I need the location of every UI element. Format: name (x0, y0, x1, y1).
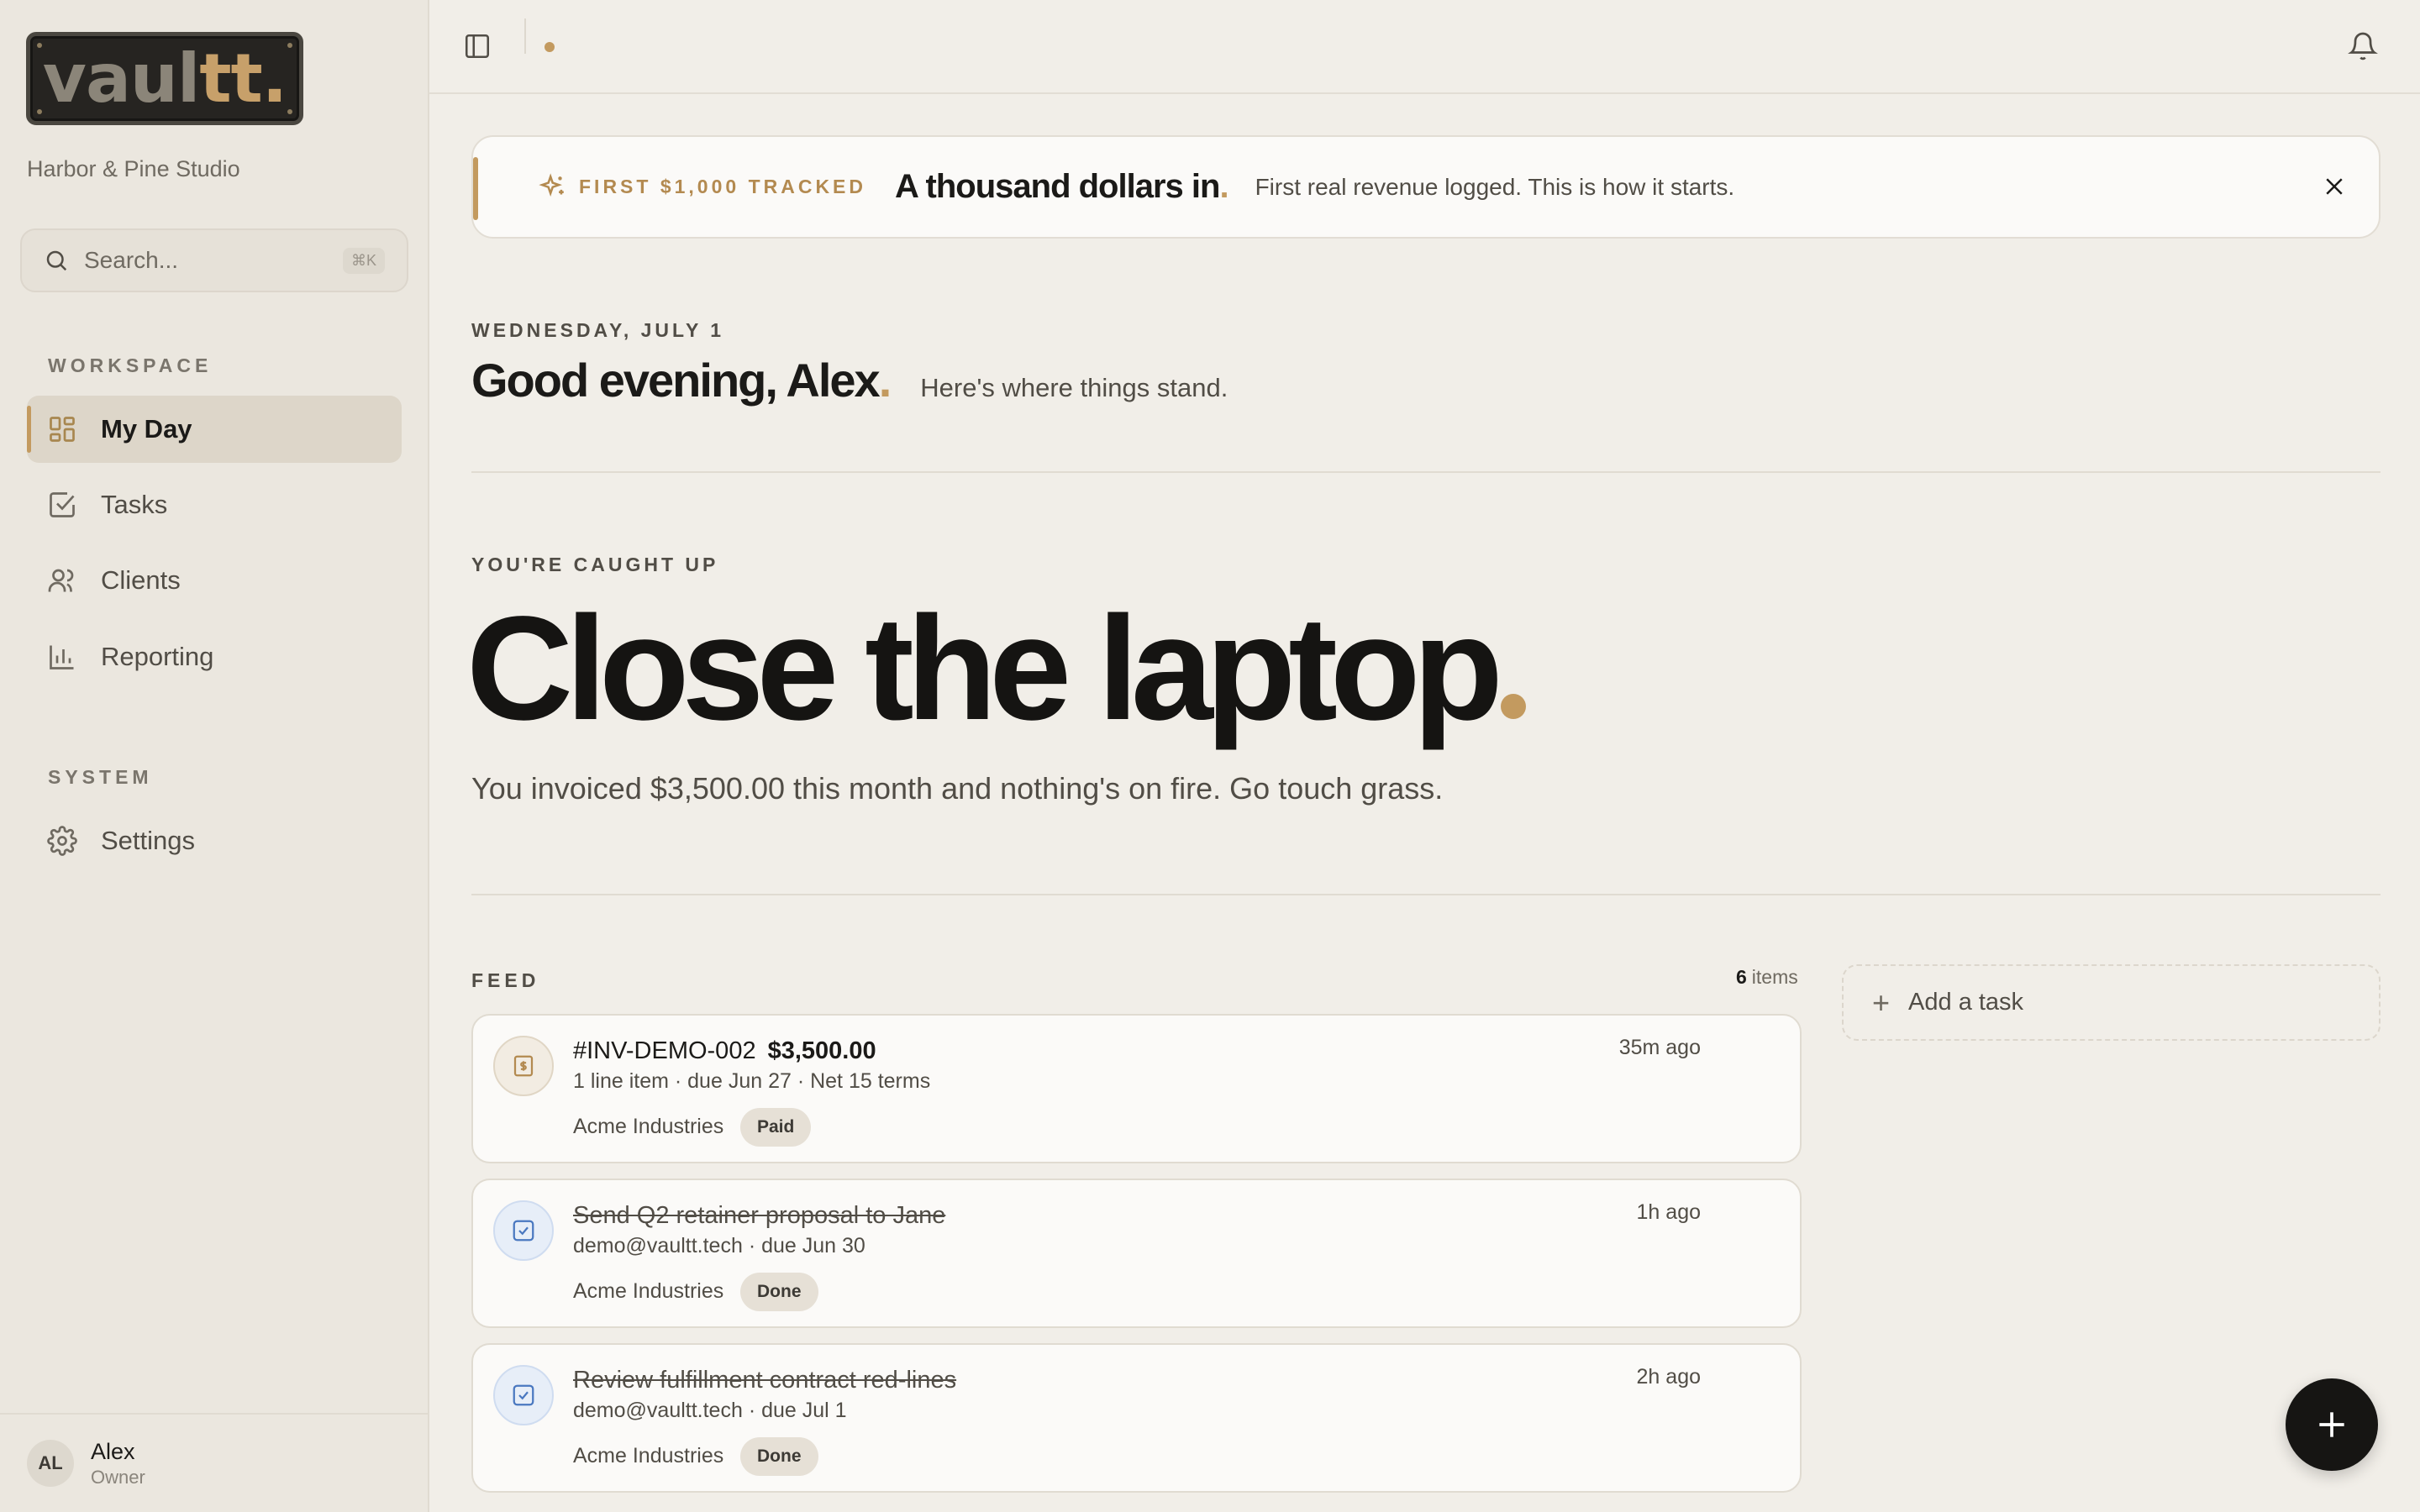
greeting-title: Good evening, Alex. (471, 354, 892, 407)
feed-item-time: 35m ago (1618, 1036, 1701, 1059)
search-icon (46, 250, 67, 271)
close-icon[interactable] (2322, 174, 2347, 199)
sidebar: vaultt. Harbor & Pine Studio Search... ⌘… (0, 0, 429, 1512)
section-label-system: SYSTEM (48, 766, 153, 788)
banner-subtitle: First real revenue logged. This is how i… (1255, 173, 1735, 200)
search-shortcut: ⌘K (342, 247, 385, 274)
sidebar-item-tasks[interactable]: Tasks (27, 471, 402, 538)
feed-item-task[interactable]: Send Q2 retainer proposal to Jane demo@v… (471, 1179, 1802, 1328)
plus-icon (2319, 1412, 2344, 1437)
grid-icon (47, 414, 77, 444)
status-dot (544, 42, 555, 52)
search-input[interactable]: Search... ⌘K (20, 228, 408, 292)
bar-chart-icon (47, 642, 77, 672)
divider (471, 894, 2381, 895)
sidebar-item-label: Reporting (101, 642, 214, 671)
banner-title: A thousand dollars in. (895, 168, 1229, 205)
feed-item-time: 1h ago (1636, 1200, 1701, 1224)
feed-item-title: #INV-DEMO-002 $3,500.00 (573, 1037, 876, 1064)
sidebar-item-my-day[interactable]: My Day (27, 396, 402, 463)
user-name: Alex (91, 1438, 135, 1464)
sidebar-item-settings[interactable]: Settings (27, 807, 402, 874)
feed-count: 6 items (1736, 966, 1798, 988)
topbar (429, 0, 2420, 94)
add-task-button[interactable]: + Add a task (1842, 964, 2381, 1041)
task-check-icon (493, 1200, 554, 1261)
feed-item-client: Acme Industries (573, 1115, 724, 1138)
status-headline: Close the laptop (466, 595, 1526, 743)
feed-item-title: Send Q2 retainer proposal to Jane (573, 1202, 946, 1229)
date-label: WEDNESDAY, JULY 1 (471, 319, 725, 341)
status-badge: Paid (740, 1108, 812, 1147)
user-profile[interactable]: AL Alex Owner (0, 1413, 429, 1512)
feed-item-meta: 1 line item · due Jun 27 · Net 15 terms (573, 1069, 931, 1093)
topbar-divider (524, 18, 526, 54)
section-label-workspace: WORKSPACE (48, 354, 213, 376)
avatar: AL (27, 1440, 74, 1487)
feed-item-invoice[interactable]: #INV-DEMO-002 $3,500.00 1 line item · due… (471, 1014, 1802, 1163)
feed-item-meta: demo@vaultt.tech · due Jul 1 (573, 1399, 847, 1422)
status-label: YOU'RE CAUGHT UP (471, 554, 719, 575)
status-badge: Done (740, 1273, 818, 1311)
search-placeholder: Search... (84, 247, 179, 273)
status-message: You invoiced $3,500.00 this month and no… (471, 771, 1444, 806)
add-task-label: Add a task (1908, 989, 2024, 1016)
users-icon (47, 565, 77, 596)
feed-item-task[interactable]: Review fulfillment contract red-lines de… (471, 1343, 1802, 1493)
user-role: Owner (91, 1466, 145, 1488)
sidebar-item-label: My Day (101, 414, 192, 444)
feed-item-time: 2h ago (1636, 1365, 1701, 1389)
gear-icon (47, 826, 77, 856)
sidebar-item-label: Settings (101, 826, 196, 855)
greeting: Good evening, Alex. Here's where things … (471, 353, 1228, 407)
sidebar-item-clients[interactable]: Clients (27, 547, 402, 614)
checkbox-icon (47, 490, 77, 520)
plus-icon: + (1872, 984, 1891, 1020)
banner-tag: FIRST $1,000 TRACKED (579, 176, 867, 197)
feed-item-client: Acme Industries (573, 1279, 724, 1303)
milestone-banner: FIRST $1,000 TRACKED A thousand dollars … (471, 135, 2381, 239)
sparkle-icon (539, 172, 564, 197)
invoice-icon (493, 1036, 554, 1096)
task-check-icon (493, 1365, 554, 1425)
accent-dot (1500, 694, 1526, 719)
feed-item-meta: demo@vaultt.tech · due Jun 30 (573, 1234, 865, 1257)
feed-item-title: Review fulfillment contract red-lines (573, 1367, 957, 1394)
studio-name: Harbor & Pine Studio (27, 156, 240, 181)
sidebar-item-label: Tasks (101, 490, 168, 519)
sidebar-item-label: Clients (101, 565, 181, 595)
create-fab-button[interactable] (2286, 1378, 2378, 1471)
greeting-subtitle: Here's where things stand. (920, 373, 1228, 402)
sidebar-toggle-icon[interactable] (463, 32, 492, 60)
feed-label: FEED (471, 969, 540, 991)
divider (471, 471, 2381, 473)
feed-item-client: Acme Industries (573, 1444, 724, 1467)
vaultt-logo[interactable]: vaultt. (26, 32, 303, 125)
bell-icon[interactable] (2348, 30, 2378, 62)
sidebar-item-reporting[interactable]: Reporting (27, 623, 402, 690)
status-badge: Done (740, 1437, 818, 1476)
